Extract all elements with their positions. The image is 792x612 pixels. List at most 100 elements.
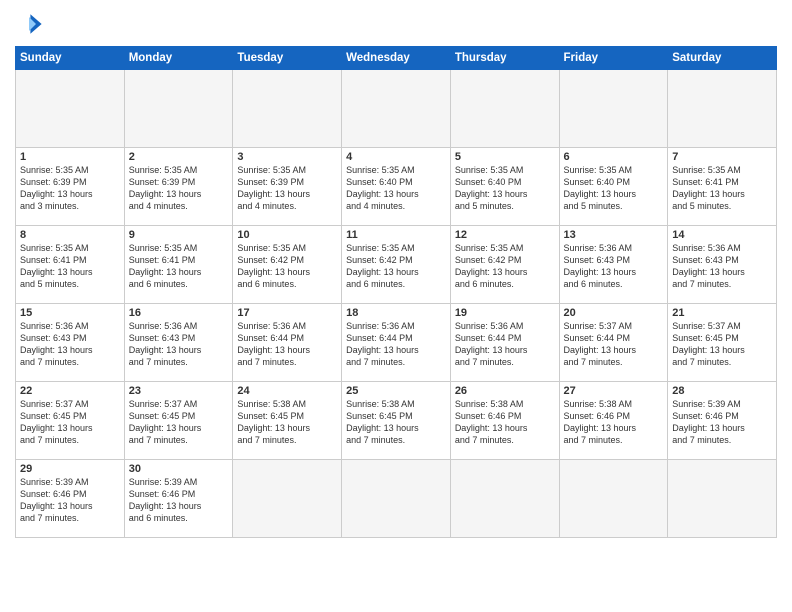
day-info: Sunrise: 5:35 AM Sunset: 6:40 PM Dayligh… <box>346 164 446 213</box>
logo <box>15 10 47 38</box>
weekday-header-row: SundayMondayTuesdayWednesdayThursdayFrid… <box>16 47 777 70</box>
day-info: Sunrise: 5:37 AM Sunset: 6:45 PM Dayligh… <box>20 398 120 447</box>
day-number: 22 <box>20 385 120 397</box>
day-info: Sunrise: 5:37 AM Sunset: 6:44 PM Dayligh… <box>564 320 664 369</box>
calendar-week-row <box>16 70 777 148</box>
day-info: Sunrise: 5:39 AM Sunset: 6:46 PM Dayligh… <box>20 476 120 525</box>
calendar-cell <box>668 460 777 538</box>
day-info: Sunrise: 5:35 AM Sunset: 6:42 PM Dayligh… <box>455 242 555 291</box>
day-number: 12 <box>455 229 555 241</box>
day-number: 25 <box>346 385 446 397</box>
day-number: 13 <box>564 229 664 241</box>
calendar-cell: 8Sunrise: 5:35 AM Sunset: 6:41 PM Daylig… <box>16 226 125 304</box>
day-number: 3 <box>237 151 337 163</box>
day-number: 23 <box>129 385 229 397</box>
day-info: Sunrise: 5:35 AM Sunset: 6:41 PM Dayligh… <box>672 164 772 213</box>
weekday-header-saturday: Saturday <box>668 47 777 70</box>
day-number: 16 <box>129 307 229 319</box>
day-number: 26 <box>455 385 555 397</box>
day-info: Sunrise: 5:35 AM Sunset: 6:39 PM Dayligh… <box>20 164 120 213</box>
calendar-cell: 18Sunrise: 5:36 AM Sunset: 6:44 PM Dayli… <box>342 304 451 382</box>
calendar-cell: 29Sunrise: 5:39 AM Sunset: 6:46 PM Dayli… <box>16 460 125 538</box>
calendar-week-row: 15 Sunrise: 5:36 AM Sunset: 6:43 PM Dayli… <box>16 304 777 382</box>
day-info: Sunrise: 5:35 AM Sunset: 6:41 PM Dayligh… <box>129 242 229 291</box>
calendar-cell <box>450 70 559 148</box>
day-info: Sunrise: 5:37 AM Sunset: 6:45 PM Dayligh… <box>672 320 772 369</box>
calendar-cell: 14Sunrise: 5:36 AM Sunset: 6:43 PM Dayli… <box>668 226 777 304</box>
day-number: 1 <box>20 151 120 163</box>
day-number: 27 <box>564 385 664 397</box>
weekday-header-monday: Monday <box>124 47 233 70</box>
day-number: 10 <box>237 229 337 241</box>
day-info: Sunrise: 5:35 AM Sunset: 6:39 PM Dayligh… <box>237 164 337 213</box>
day-number: 2 <box>129 151 229 163</box>
calendar-cell <box>559 70 668 148</box>
day-number: 14 <box>672 229 772 241</box>
calendar-cell: 15Sunrise: 5:36 AM Sunset: 6:43 PM Dayli… <box>16 304 125 382</box>
day-number: 5 <box>455 151 555 163</box>
day-info: Sunrise: 5:38 AM Sunset: 6:45 PM Dayligh… <box>237 398 337 447</box>
day-number: 19 <box>455 307 555 319</box>
calendar-cell: 19Sunrise: 5:36 AM Sunset: 6:44 PM Dayli… <box>450 304 559 382</box>
calendar-cell: 27Sunrise: 5:38 AM Sunset: 6:46 PM Dayli… <box>559 382 668 460</box>
calendar-cell: 24Sunrise: 5:38 AM Sunset: 6:45 PM Dayli… <box>233 382 342 460</box>
calendar-cell: 26Sunrise: 5:38 AM Sunset: 6:46 PM Dayli… <box>450 382 559 460</box>
day-number: 15 <box>20 307 120 319</box>
calendar-cell <box>233 70 342 148</box>
day-info: Sunrise: 5:35 AM Sunset: 6:42 PM Dayligh… <box>346 242 446 291</box>
day-info: Sunrise: 5:37 AM Sunset: 6:45 PM Dayligh… <box>129 398 229 447</box>
calendar-cell: 25Sunrise: 5:38 AM Sunset: 6:45 PM Dayli… <box>342 382 451 460</box>
calendar-week-row: 29Sunrise: 5:39 AM Sunset: 6:46 PM Dayli… <box>16 460 777 538</box>
day-number: 30 <box>129 463 229 475</box>
day-number: 11 <box>346 229 446 241</box>
calendar-cell: 9Sunrise: 5:35 AM Sunset: 6:41 PM Daylig… <box>124 226 233 304</box>
calendar-cell: 10Sunrise: 5:35 AM Sunset: 6:42 PM Dayli… <box>233 226 342 304</box>
day-number: 18 <box>346 307 446 319</box>
day-info: Sunrise: 5:39 AM Sunset: 6:46 PM Dayligh… <box>672 398 772 447</box>
calendar-cell: 11Sunrise: 5:35 AM Sunset: 6:42 PM Dayli… <box>342 226 451 304</box>
day-number: 8 <box>20 229 120 241</box>
calendar-cell: 30Sunrise: 5:39 AM Sunset: 6:46 PM Dayli… <box>124 460 233 538</box>
day-number: 24 <box>237 385 337 397</box>
calendar-cell <box>233 460 342 538</box>
calendar-week-row: 8Sunrise: 5:35 AM Sunset: 6:41 PM Daylig… <box>16 226 777 304</box>
day-info: Sunrise: 5:36 AM Sunset: 6:43 PM Dayligh… <box>564 242 664 291</box>
day-info: Sunrise: 5:36 AM Sunset: 6:44 PM Dayligh… <box>455 320 555 369</box>
day-info: Sunrise: 5:35 AM Sunset: 6:39 PM Dayligh… <box>129 164 229 213</box>
weekday-header-tuesday: Tuesday <box>233 47 342 70</box>
calendar-cell: 20Sunrise: 5:37 AM Sunset: 6:44 PM Dayli… <box>559 304 668 382</box>
calendar-cell: 2Sunrise: 5:35 AM Sunset: 6:39 PM Daylig… <box>124 148 233 226</box>
calendar-cell <box>342 460 451 538</box>
day-info: Sunrise: 5:38 AM Sunset: 6:46 PM Dayligh… <box>564 398 664 447</box>
day-info: Sunrise: 5:36 AM Sunset: 6:44 PM Dayligh… <box>346 320 446 369</box>
calendar-cell <box>668 70 777 148</box>
calendar-page: SundayMondayTuesdayWednesdayThursdayFrid… <box>0 0 792 612</box>
day-info: Sunrise: 5:36 AM Sunset: 6:43 PM Dayligh… <box>129 320 229 369</box>
calendar-cell <box>342 70 451 148</box>
weekday-header-thursday: Thursday <box>450 47 559 70</box>
day-info: Sunrise: 5:38 AM Sunset: 6:45 PM Dayligh… <box>346 398 446 447</box>
logo-icon <box>15 10 43 38</box>
day-info: Sunrise: 5:35 AM Sunset: 6:42 PM Dayligh… <box>237 242 337 291</box>
calendar-week-row: 1Sunrise: 5:35 AM Sunset: 6:39 PM Daylig… <box>16 148 777 226</box>
calendar-cell <box>16 70 125 148</box>
calendar-cell: 28Sunrise: 5:39 AM Sunset: 6:46 PM Dayli… <box>668 382 777 460</box>
calendar-cell: 16Sunrise: 5:36 AM Sunset: 6:43 PM Dayli… <box>124 304 233 382</box>
calendar-cell: 21Sunrise: 5:37 AM Sunset: 6:45 PM Dayli… <box>668 304 777 382</box>
day-number: 21 <box>672 307 772 319</box>
day-info: Sunrise: 5:35 AM Sunset: 6:40 PM Dayligh… <box>455 164 555 213</box>
day-number: 28 <box>672 385 772 397</box>
day-info: Sunrise: 5:36 AM Sunset: 6:43 PM Dayligh… <box>672 242 772 291</box>
day-info: Sunrise: 5:35 AM Sunset: 6:40 PM Dayligh… <box>564 164 664 213</box>
weekday-header-wednesday: Wednesday <box>342 47 451 70</box>
calendar-cell: 17Sunrise: 5:36 AM Sunset: 6:44 PM Dayli… <box>233 304 342 382</box>
calendar-cell: 5Sunrise: 5:35 AM Sunset: 6:40 PM Daylig… <box>450 148 559 226</box>
calendar-cell: 12Sunrise: 5:35 AM Sunset: 6:42 PM Dayli… <box>450 226 559 304</box>
calendar-cell: 4Sunrise: 5:35 AM Sunset: 6:40 PM Daylig… <box>342 148 451 226</box>
day-number: 9 <box>129 229 229 241</box>
calendar-cell <box>124 70 233 148</box>
day-info: Sunrise: 5:35 AM Sunset: 6:41 PM Dayligh… <box>20 242 120 291</box>
calendar-cell: 23Sunrise: 5:37 AM Sunset: 6:45 PM Dayli… <box>124 382 233 460</box>
calendar-cell: 22Sunrise: 5:37 AM Sunset: 6:45 PM Dayli… <box>16 382 125 460</box>
calendar-cell: 13Sunrise: 5:36 AM Sunset: 6:43 PM Dayli… <box>559 226 668 304</box>
